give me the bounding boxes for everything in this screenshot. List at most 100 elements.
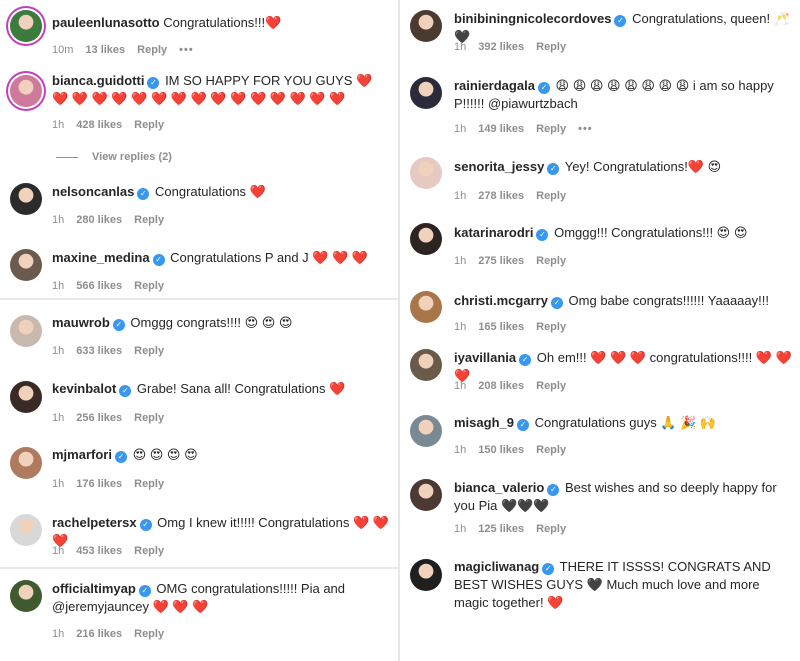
reply-button[interactable]: Reply — [536, 190, 566, 202]
username-link[interactable]: iyavillania — [454, 350, 516, 365]
avatar[interactable] — [10, 381, 42, 413]
avatar[interactable] — [410, 415, 442, 447]
reply-button[interactable]: Reply — [134, 119, 164, 131]
likes-count[interactable]: 453 likes — [76, 545, 122, 557]
comment-timestamp[interactable]: 1h — [52, 478, 64, 490]
username-link[interactable]: mauwrob — [52, 315, 110, 330]
username-link[interactable]: pauleenlunasotto — [52, 15, 160, 30]
comment-timestamp[interactable]: 1h — [52, 119, 64, 131]
avatar[interactable] — [410, 349, 442, 381]
reply-button[interactable]: Reply — [536, 255, 566, 267]
avatar[interactable] — [10, 447, 42, 479]
comment-timestamp[interactable]: 10m — [52, 44, 73, 56]
avatar[interactable] — [10, 249, 42, 281]
comment-timestamp[interactable]: 1h — [454, 255, 466, 267]
username-link[interactable]: maxine_medina — [52, 250, 150, 265]
comment-timestamp[interactable]: 1h — [52, 214, 64, 226]
likes-count[interactable]: 275 likes — [478, 255, 524, 267]
username-link[interactable]: senorita_jessy — [454, 159, 544, 174]
avatar[interactable] — [410, 223, 442, 255]
avatar[interactable] — [410, 479, 442, 511]
comment-timestamp[interactable]: 1h — [454, 321, 466, 333]
reply-button[interactable]: Reply — [134, 214, 164, 226]
reply-button[interactable]: Reply — [134, 280, 164, 292]
username-link[interactable]: magicliwanag — [454, 559, 539, 574]
username-link[interactable]: rachelpetersx — [52, 515, 137, 530]
likes-count[interactable]: 176 likes — [76, 478, 122, 490]
comment-text: Omggg congrats!!!! 😍 😍 😍 — [126, 315, 293, 330]
reply-button[interactable]: Reply — [134, 412, 164, 424]
avatar[interactable] — [410, 157, 442, 189]
reply-button[interactable]: Reply — [536, 41, 566, 53]
likes-count[interactable]: 392 likes — [478, 41, 524, 53]
comment-body: maxine_medina ✓ Congratulations P and J ❤… — [52, 249, 390, 267]
username-link[interactable]: bianca.guidotti — [52, 73, 144, 88]
likes-count[interactable]: 165 likes — [478, 321, 524, 333]
comment-timestamp[interactable]: 1h — [454, 41, 466, 53]
avatar[interactable] — [410, 559, 442, 591]
view-replies-button[interactable]: View replies (2) — [56, 151, 172, 163]
avatar[interactable] — [10, 580, 42, 612]
likes-count[interactable]: 566 likes — [76, 280, 122, 292]
verified-badge-icon: ✓ — [114, 451, 127, 463]
reply-button[interactable]: Reply — [134, 628, 164, 640]
likes-count[interactable]: 256 likes — [76, 412, 122, 424]
username-link[interactable]: christi.mcgarry — [454, 293, 548, 308]
username-link[interactable]: officialtimyap — [52, 581, 136, 596]
more-options-icon[interactable]: ••• — [578, 123, 593, 135]
avatar[interactable] — [10, 315, 42, 347]
username-link[interactable]: nelsoncanlas — [52, 184, 134, 199]
comment-meta: 1h 566 likes Reply — [52, 280, 176, 292]
comment-timestamp[interactable]: 1h — [454, 123, 466, 135]
avatar[interactable] — [10, 183, 42, 215]
reply-button[interactable]: Reply — [536, 523, 566, 535]
comment-timestamp[interactable]: 1h — [52, 280, 64, 292]
comment-timestamp[interactable]: 1h — [454, 444, 466, 456]
reply-button[interactable]: Reply — [137, 44, 167, 56]
username-link[interactable]: mjmarfori — [52, 447, 112, 462]
reply-button[interactable]: Reply — [536, 380, 566, 392]
likes-count[interactable]: 149 likes — [478, 123, 524, 135]
avatar[interactable] — [410, 77, 442, 109]
username-link[interactable]: binibiningnicolecordoves — [454, 11, 611, 26]
verified-badge-icon: ✓ — [119, 385, 132, 397]
verified-badge-icon: ✓ — [112, 319, 125, 331]
comment-text: Yey! Congratulations!❤️ 😍 — [561, 159, 722, 174]
section-divider — [0, 567, 398, 569]
comment-timestamp[interactable]: 1h — [52, 628, 64, 640]
verified-badge-icon: ✓ — [550, 297, 563, 309]
likes-count[interactable]: 13 likes — [85, 44, 125, 56]
avatar[interactable] — [410, 291, 442, 323]
more-options-icon[interactable]: ••• — [179, 44, 194, 56]
avatar[interactable] — [10, 10, 42, 42]
reply-button[interactable]: Reply — [536, 444, 566, 456]
comment-timestamp[interactable]: 1h — [52, 412, 64, 424]
reply-button[interactable]: Reply — [536, 321, 566, 333]
comment-timestamp[interactable]: 1h — [454, 190, 466, 202]
comment-text: Congratulations guys 🙏 🎉 🙌 — [530, 415, 717, 430]
reply-button[interactable]: Reply — [134, 345, 164, 357]
username-link[interactable]: bianca_valerio — [454, 480, 544, 495]
avatar[interactable] — [10, 75, 42, 107]
likes-count[interactable]: 633 likes — [76, 345, 122, 357]
comment-timestamp[interactable]: 1h — [454, 523, 466, 535]
likes-count[interactable]: 278 likes — [478, 190, 524, 202]
username-link[interactable]: katarinarodri — [454, 225, 533, 240]
reply-button[interactable]: Reply — [536, 123, 566, 135]
comment-timestamp[interactable]: 1h — [52, 345, 64, 357]
avatar[interactable] — [410, 10, 442, 42]
username-link[interactable]: kevinbalot — [52, 381, 116, 396]
likes-count[interactable]: 280 likes — [76, 214, 122, 226]
comment-timestamp[interactable]: 1h — [52, 545, 64, 557]
likes-count[interactable]: 125 likes — [478, 523, 524, 535]
comment-timestamp[interactable]: 1h — [454, 380, 466, 392]
reply-button[interactable]: Reply — [134, 545, 164, 557]
username-link[interactable]: rainierdagala — [454, 78, 535, 93]
likes-count[interactable]: 216 likes — [76, 628, 122, 640]
avatar[interactable] — [10, 514, 42, 546]
likes-count[interactable]: 428 likes — [76, 119, 122, 131]
reply-button[interactable]: Reply — [134, 478, 164, 490]
username-link[interactable]: misagh_9 — [454, 415, 514, 430]
likes-count[interactable]: 150 likes — [478, 444, 524, 456]
likes-count[interactable]: 208 likes — [478, 380, 524, 392]
